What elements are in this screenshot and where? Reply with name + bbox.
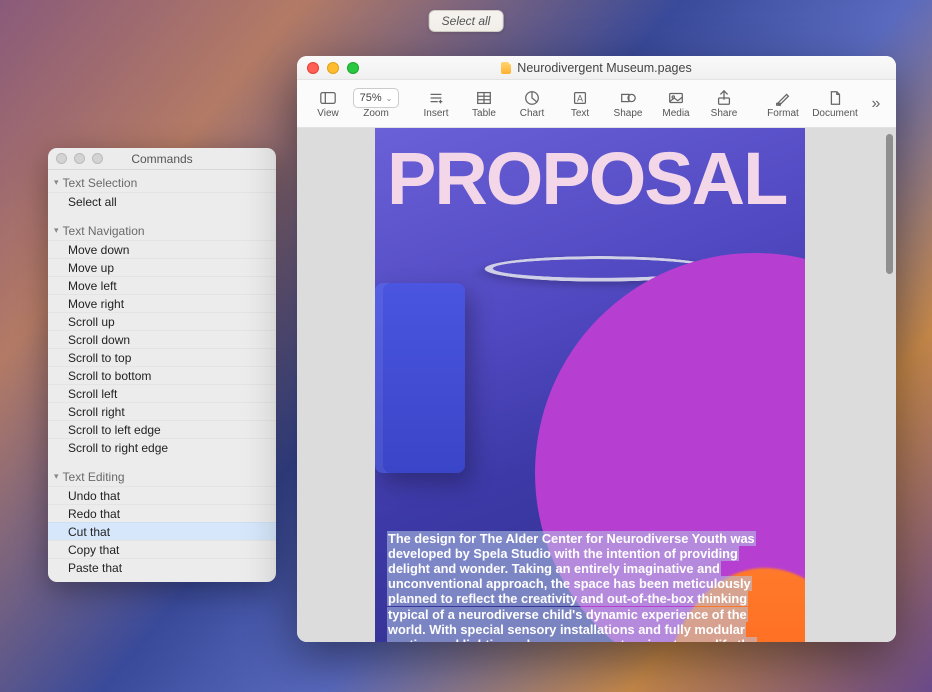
toolbar: View 75% ⌄ Zoom Insert Table Chart A Tex… <box>297 80 896 128</box>
vertical-scrollbar[interactable] <box>884 134 894 636</box>
command-item[interactable]: Scroll left <box>48 384 276 402</box>
command-item[interactable]: Scroll to left edge <box>48 420 276 438</box>
commands-group-header[interactable]: ▾ Text Editing <box>48 466 276 486</box>
document-button[interactable]: Document <box>808 82 862 126</box>
commands-group-header[interactable]: ▾ Text Selection <box>48 172 276 192</box>
command-item[interactable]: Scroll to right edge <box>48 438 276 456</box>
page-heading[interactable]: PROPOSAL <box>387 136 805 221</box>
minimize-dot[interactable] <box>74 153 85 164</box>
close-dot[interactable] <box>56 153 67 164</box>
zoom-value: 75% <box>360 92 382 104</box>
command-item[interactable]: Copy that <box>48 540 276 558</box>
minimize-button[interactable] <box>327 62 339 74</box>
traffic-lights[interactable] <box>307 62 359 74</box>
close-button[interactable] <box>307 62 319 74</box>
command-item[interactable]: Cut that <box>48 522 276 540</box>
document-title: Neurodivergent Museum.pages <box>501 61 691 75</box>
table-button[interactable]: Table <box>461 82 507 126</box>
media-icon <box>667 88 685 108</box>
command-item[interactable]: Move right <box>48 294 276 312</box>
pages-titlebar[interactable]: Neurodivergent Museum.pages <box>297 56 896 80</box>
document-label: Document <box>812 108 858 119</box>
commands-group-label: Text Selection <box>63 176 138 190</box>
commands-group-header[interactable]: ▾ Text Navigation <box>48 220 276 240</box>
command-item[interactable]: Scroll to bottom <box>48 366 276 384</box>
chevron-down-icon: ▾ <box>54 225 59 236</box>
text-icon: A <box>571 88 589 108</box>
voice-command-bubble: Select all <box>429 10 504 32</box>
table-icon <box>475 88 493 108</box>
format-icon <box>774 88 792 108</box>
shape-icon <box>619 88 637 108</box>
media-label: Media <box>662 108 689 119</box>
commands-list: ▾ Text Selection Select all ▾ Text Navigatio… <box>48 170 276 582</box>
insert-button[interactable]: Insert <box>413 82 459 126</box>
commands-title: Commands <box>131 152 192 166</box>
scrollbar-thumb[interactable] <box>886 134 893 274</box>
chart-label: Chart <box>520 108 544 119</box>
chart-button[interactable]: Chart <box>509 82 555 126</box>
zoom-button[interactable]: 75% ⌄ Zoom <box>353 82 399 126</box>
commands-group-label: Text Editing <box>63 470 125 484</box>
command-item[interactable]: Paste that <box>48 558 276 576</box>
commands-titlebar[interactable]: Commands <box>48 148 276 170</box>
svg-text:A: A <box>577 94 583 104</box>
commands-window: Commands ▾ Text Selection Select all ▾ Text … <box>48 148 276 582</box>
chevron-down-icon: ⌄ <box>386 94 393 103</box>
chart-icon <box>523 88 541 108</box>
commands-group-label: Text Navigation <box>63 224 145 238</box>
command-item[interactable]: Scroll to top <box>48 348 276 366</box>
command-item[interactable]: Scroll down <box>48 330 276 348</box>
command-item[interactable]: Scroll up <box>48 312 276 330</box>
shape-button[interactable]: Shape <box>605 82 651 126</box>
insert-label: Insert <box>423 108 448 119</box>
graphic-blue-box <box>375 283 465 473</box>
pages-doc-icon <box>501 62 511 74</box>
share-button[interactable]: Share <box>701 82 747 126</box>
document-icon <box>826 88 844 108</box>
zoom-value-box[interactable]: 75% ⌄ <box>353 88 400 108</box>
share-label: Share <box>711 108 738 119</box>
selected-text[interactable]: The design for The Alder Center for Neur… <box>387 531 757 642</box>
media-button[interactable]: Media <box>653 82 699 126</box>
view-button[interactable]: View <box>305 82 351 126</box>
insert-icon <box>427 88 445 108</box>
fullscreen-button[interactable] <box>347 62 359 74</box>
document-canvas[interactable]: PROPOSAL The design for The Alder Center… <box>297 128 896 642</box>
sidebar-icon <box>319 88 337 108</box>
pages-window: Neurodivergent Museum.pages View 75% ⌄ Z… <box>297 56 896 642</box>
page-1[interactable]: PROPOSAL The design for The Alder Center… <box>375 128 805 642</box>
page-body-text[interactable]: The design for The Alder Center for Neur… <box>387 531 765 642</box>
text-label: Text <box>571 108 589 119</box>
command-item[interactable]: Move up <box>48 258 276 276</box>
table-label: Table <box>472 108 496 119</box>
document-title-text: Neurodivergent Museum.pages <box>517 61 691 75</box>
share-icon <box>715 88 733 108</box>
view-label: View <box>317 108 339 119</box>
command-item[interactable]: Scroll right <box>48 402 276 420</box>
shape-label: Shape <box>614 108 643 119</box>
command-item[interactable]: Select all <box>48 192 276 210</box>
commands-window-controls[interactable] <box>56 153 103 164</box>
chevron-down-icon: ▾ <box>54 471 59 482</box>
command-item[interactable]: Redo that <box>48 504 276 522</box>
command-item[interactable]: Undo that <box>48 486 276 504</box>
format-button[interactable]: Format <box>760 82 806 126</box>
zoom-dot[interactable] <box>92 153 103 164</box>
format-label: Format <box>767 108 799 119</box>
command-item[interactable]: Move down <box>48 240 276 258</box>
chevron-down-icon: ▾ <box>54 177 59 188</box>
command-item[interactable]: Move left <box>48 276 276 294</box>
toolbar-overflow[interactable]: » <box>864 95 888 113</box>
text-button[interactable]: A Text <box>557 82 603 126</box>
zoom-label: Zoom <box>363 108 389 119</box>
